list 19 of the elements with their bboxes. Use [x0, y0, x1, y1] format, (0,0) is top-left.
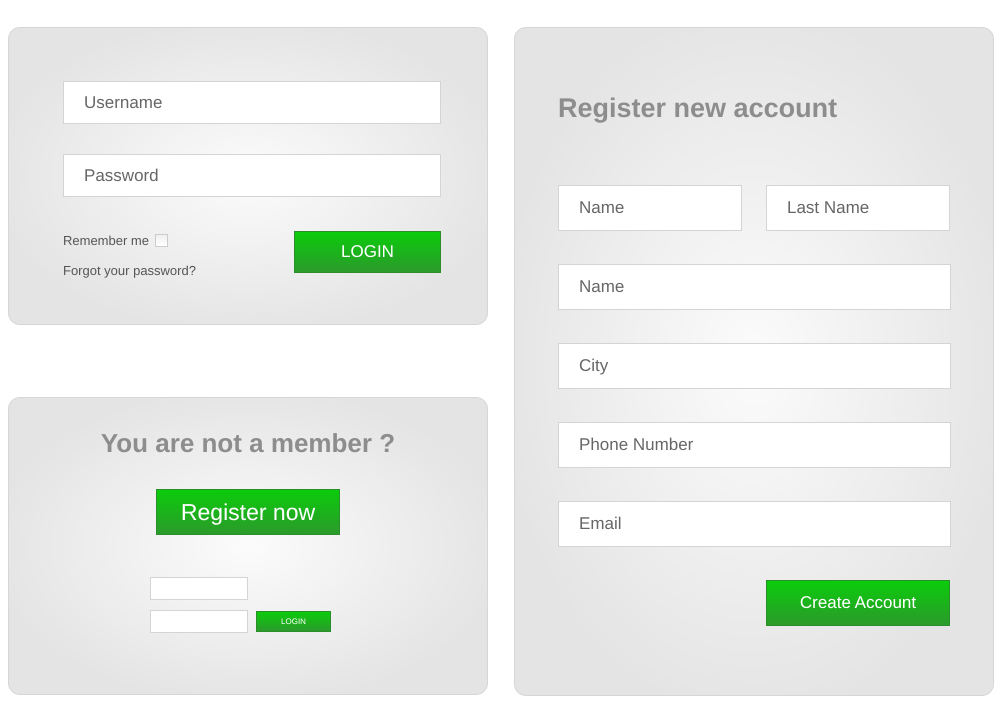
member-title: You are not a member ? — [100, 427, 396, 460]
register-now-button[interactable]: Register now — [156, 489, 340, 535]
username-field[interactable]: Username — [63, 81, 441, 124]
mini-login-button[interactable]: LOGIN — [256, 611, 331, 632]
mini-input-field[interactable] — [150, 577, 248, 600]
register-input-field[interactable]: Phone Number — [558, 422, 951, 468]
login-button[interactable]: LOGIN — [294, 231, 441, 273]
create-account-button[interactable]: Create Account — [766, 580, 950, 626]
remember-checkbox[interactable] — [154, 234, 168, 248]
register-input-field[interactable]: City — [558, 342, 951, 388]
register-title: Register new account — [558, 92, 838, 125]
register-input-field[interactable]: Name — [558, 264, 951, 310]
remember-me-label: Remember me — [63, 232, 149, 250]
register-input-field[interactable]: Email — [558, 500, 951, 546]
forgot-password-link[interactable]: Forgot your password? — [63, 260, 196, 280]
last-name-field[interactable]: Last Name — [766, 184, 950, 230]
mini-input-field[interactable] — [150, 610, 248, 633]
password-field[interactable]: Password — [63, 154, 441, 197]
first-name-field[interactable]: Name — [558, 184, 742, 230]
